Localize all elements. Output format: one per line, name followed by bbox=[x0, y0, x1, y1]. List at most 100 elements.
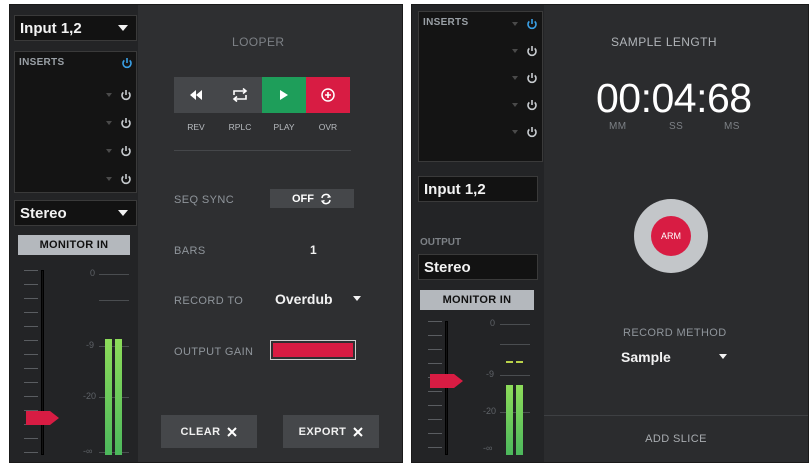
peak-hold-l bbox=[506, 361, 513, 363]
insert-slot[interactable] bbox=[98, 144, 132, 158]
seq-sync-value: OFF bbox=[292, 192, 314, 205]
overdub-plus-icon bbox=[321, 88, 335, 102]
chevron-down-icon bbox=[118, 210, 128, 216]
inserts-panel: INSERTS bbox=[14, 51, 137, 193]
arm-button[interactable]: ARM bbox=[634, 199, 708, 273]
export-button[interactable]: EXPORT bbox=[283, 415, 379, 448]
seq-sync-label: SEQ SYNC bbox=[174, 194, 235, 206]
chevron-down-icon bbox=[512, 22, 518, 26]
power-icon[interactable] bbox=[120, 89, 132, 101]
input-select[interactable]: Input 1,2 bbox=[14, 15, 137, 41]
chevron-down-icon bbox=[512, 130, 518, 134]
power-icon[interactable] bbox=[526, 18, 538, 30]
insert-slot[interactable] bbox=[504, 98, 538, 112]
insert-slot[interactable] bbox=[504, 71, 538, 85]
play-icon bbox=[280, 90, 288, 100]
right-screenshot: INSERTS Input 1,2 OUTPUT Stereo MONITOR … bbox=[411, 4, 809, 463]
insert-slot[interactable] bbox=[504, 17, 538, 31]
rplc-button[interactable] bbox=[218, 77, 262, 113]
insert-slot[interactable] bbox=[504, 125, 538, 139]
output-label: OUTPUT bbox=[420, 237, 462, 248]
meter-grid bbox=[500, 375, 530, 376]
meter-grid bbox=[500, 324, 530, 325]
clear-button[interactable]: CLEAR bbox=[161, 415, 257, 448]
divider bbox=[174, 150, 351, 151]
chevron-down-icon bbox=[512, 103, 518, 107]
monitor-in-button[interactable]: MONITOR IN bbox=[18, 235, 130, 255]
ovr-button[interactable] bbox=[306, 77, 350, 113]
play-button[interactable] bbox=[262, 77, 306, 113]
chevron-down-icon bbox=[106, 149, 112, 153]
inserts-panel: INSERTS bbox=[418, 11, 543, 162]
insert-slot[interactable] bbox=[98, 88, 132, 102]
meter-scale-0: 0 bbox=[490, 318, 496, 328]
power-icon[interactable] bbox=[526, 126, 538, 138]
output-gain-slider[interactable] bbox=[270, 340, 356, 360]
looper-title: LOOPER bbox=[232, 35, 285, 49]
power-icon[interactable] bbox=[526, 45, 538, 57]
play-label: PLAY bbox=[273, 122, 295, 132]
monitor-in-button[interactable]: MONITOR IN bbox=[420, 290, 534, 310]
close-icon bbox=[227, 426, 238, 437]
level-meter-l bbox=[506, 385, 513, 455]
meter-scale-inf: -∞ bbox=[483, 443, 493, 453]
power-icon[interactable] bbox=[120, 145, 132, 157]
meter-scale-20: -20 bbox=[483, 406, 497, 416]
meter-scale-9: -9 bbox=[86, 340, 95, 350]
power-icon[interactable] bbox=[526, 72, 538, 84]
insert-slot[interactable] bbox=[98, 172, 132, 186]
power-icon[interactable] bbox=[120, 117, 132, 129]
meter-grid bbox=[500, 344, 530, 345]
export-label: EXPORT bbox=[298, 425, 347, 438]
meter-scale-0: 0 bbox=[90, 268, 96, 278]
fader-track[interactable] bbox=[41, 270, 44, 455]
fader-meter-area: 0 -9 -20 -∞ bbox=[14, 260, 137, 460]
add-slice-button[interactable]: ADD SLICE bbox=[544, 416, 808, 462]
level-meter-l bbox=[105, 339, 112, 455]
time-unit-ms: MS bbox=[724, 121, 740, 132]
record-to-select[interactable]: Overdub bbox=[275, 288, 365, 310]
insert-slot[interactable] bbox=[98, 116, 132, 130]
clear-label: CLEAR bbox=[180, 425, 221, 438]
meter-grid bbox=[99, 300, 129, 301]
record-method-select[interactable]: Sample bbox=[621, 346, 731, 368]
record-method-label: RECORD METHOD bbox=[623, 327, 727, 339]
meter-grid bbox=[99, 397, 129, 398]
arm-button-core: ARM bbox=[651, 216, 691, 256]
meter-grid bbox=[99, 274, 129, 275]
fader-handle[interactable] bbox=[430, 372, 464, 390]
repeat-icon bbox=[232, 88, 248, 102]
time-unit-mm: MM bbox=[609, 121, 627, 132]
output-gain-fill bbox=[273, 343, 353, 357]
inserts-label: INSERTS bbox=[423, 17, 469, 28]
input-select-value: Input 1,2 bbox=[424, 180, 486, 198]
output-select[interactable]: Stereo bbox=[418, 254, 538, 280]
rewind-icon bbox=[190, 90, 202, 100]
input-select[interactable]: Input 1,2 bbox=[418, 176, 538, 202]
power-icon[interactable] bbox=[121, 57, 133, 69]
output-select-value: Stereo bbox=[20, 204, 67, 222]
level-meter-r bbox=[516, 385, 523, 455]
seq-sync-toggle[interactable]: OFF bbox=[270, 189, 354, 208]
left-screenshot: Input 1,2 INSERTS Stereo MONITOR IN 0 -9… bbox=[9, 4, 403, 463]
power-icon[interactable] bbox=[120, 173, 132, 185]
ovr-label: OVR bbox=[318, 122, 338, 132]
add-slice-label: ADD SLICE bbox=[645, 433, 707, 445]
fader-handle[interactable] bbox=[26, 409, 60, 427]
transport-buttons: REV RPLC PLAY OVR bbox=[174, 77, 351, 132]
chevron-down-icon bbox=[118, 25, 128, 31]
meter-scale-20: -20 bbox=[83, 391, 97, 401]
rev-button[interactable] bbox=[174, 77, 218, 113]
power-icon[interactable] bbox=[526, 99, 538, 111]
sync-icon bbox=[320, 193, 332, 204]
chevron-down-icon bbox=[353, 296, 361, 301]
meter-grid bbox=[99, 346, 129, 347]
insert-slot[interactable] bbox=[504, 44, 538, 58]
output-select[interactable]: Stereo bbox=[14, 200, 137, 226]
chevron-down-icon bbox=[719, 354, 727, 359]
meter-scale-inf: -∞ bbox=[83, 446, 93, 456]
rev-label: REV bbox=[187, 122, 205, 132]
chevron-down-icon bbox=[106, 93, 112, 97]
sample-length-time: 00:04:68 bbox=[596, 75, 752, 121]
bars-value[interactable]: 1 bbox=[310, 243, 317, 257]
